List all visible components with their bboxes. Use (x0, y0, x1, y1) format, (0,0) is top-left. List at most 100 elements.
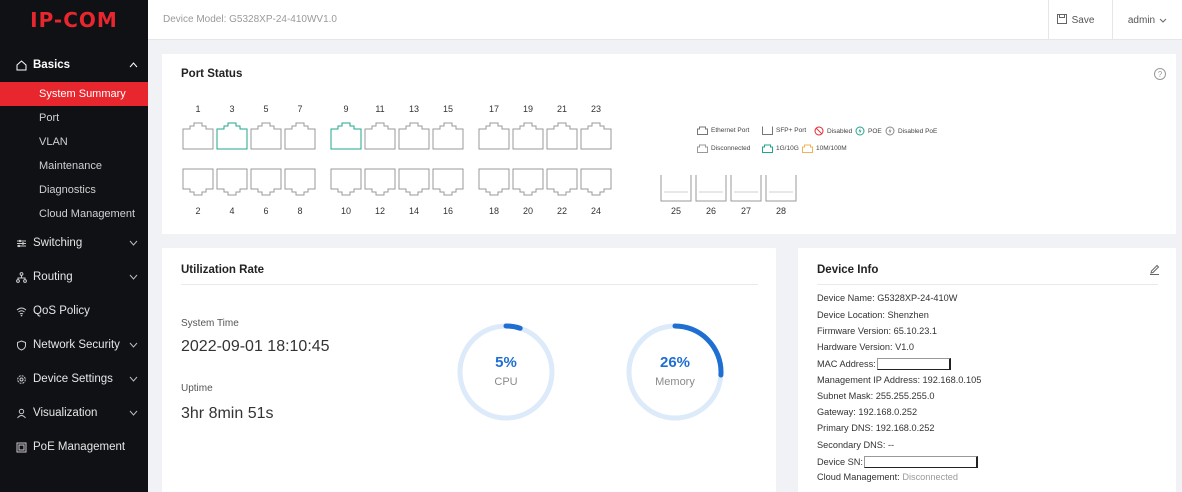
sidebar-item-cloud-management[interactable]: Cloud Management (0, 202, 148, 226)
10m-100m-port-icon (802, 144, 813, 153)
chevron-down-icon (129, 408, 138, 418)
ethernet-port-5[interactable] (250, 122, 282, 150)
ethernet-port-16[interactable] (432, 168, 464, 196)
port-number-label: 1 (195, 104, 201, 114)
port-number-label: 25 (670, 206, 681, 216)
port-number-label: 15 (442, 104, 453, 114)
port-number-label: 13 (408, 104, 419, 114)
nav-group-label: PoE Management (33, 441, 126, 453)
nav-group-routing[interactable]: Routing (0, 260, 148, 294)
nav-group-poe-management[interactable]: PoE Management (0, 430, 148, 464)
ethernet-port-19[interactable] (512, 122, 544, 150)
sidebar: IP-COM Basics System Summary Port VLAN M… (0, 0, 148, 492)
sfp-port-28[interactable] (765, 174, 797, 202)
uptime-value: 3hr 8min 51s (181, 405, 274, 422)
primary-dns: Primary DNS: 192.168.0.252 (817, 423, 935, 433)
ethernet-port-8[interactable] (284, 168, 316, 196)
port-number-label: 8 (297, 206, 303, 216)
port-number-label: 22 (556, 206, 567, 216)
port-number-label: 28 (775, 206, 786, 216)
nav-group-visualization[interactable]: Visualization (0, 396, 148, 430)
ethernet-port-11[interactable] (364, 122, 396, 150)
legend-ethernet: Ethernet Port (697, 126, 749, 135)
device-sn-row: Device SN: (817, 456, 978, 468)
chevron-down-icon (129, 238, 138, 248)
ethernet-port-2[interactable] (182, 168, 214, 196)
user-menu[interactable]: admin (1112, 0, 1182, 40)
ethernet-port-21[interactable] (546, 122, 578, 150)
sidebar-item-diagnostics[interactable]: Diagnostics (0, 178, 148, 202)
ethernet-port-7[interactable] (284, 122, 316, 150)
legend-disabled: Disabled (814, 126, 852, 136)
ip-com-logo[interactable]: IP-COM (0, 0, 148, 40)
ethernet-port-14[interactable] (398, 168, 430, 196)
nav-group-qos-policy[interactable]: QoS Policy (0, 294, 148, 328)
ethernet-port-15[interactable] (432, 122, 464, 150)
ethernet-port-10[interactable] (330, 168, 362, 196)
ethernet-port-17[interactable] (478, 122, 510, 150)
port-status-card: Port Status ? 1 3 5 7 9 11 13 15 17 19 21 23 2 4 6 8 10 1… (162, 54, 1176, 234)
ethernet-port-1[interactable] (182, 122, 214, 150)
device-sn-label: Device SN: (817, 457, 863, 467)
ethernet-port-3[interactable] (216, 122, 248, 150)
ethernet-port-12[interactable] (364, 168, 396, 196)
help-icon[interactable]: ? (1154, 68, 1166, 80)
sidebar-item-vlan[interactable]: VLAN (0, 130, 148, 154)
port-number-label: 7 (297, 104, 303, 114)
port-number-label: 5 (263, 104, 269, 114)
nav-group-label: QoS Policy (33, 305, 90, 317)
sidebar-item-system-summary[interactable]: System Summary (0, 82, 148, 106)
ethernet-port-24[interactable] (580, 168, 612, 196)
save-icon (1056, 13, 1067, 27)
ethernet-port-9[interactable] (330, 122, 362, 150)
logo-text: IP-COM (30, 8, 118, 32)
ethernet-port-4[interactable] (216, 168, 248, 196)
nav-group-label: Switching (33, 237, 83, 249)
nav-group-basics[interactable]: Basics (0, 48, 148, 82)
sfp-port-25[interactable] (660, 174, 692, 202)
uptime-label: Uptime (181, 383, 213, 394)
sidebar-item-maintenance[interactable]: Maintenance (0, 154, 148, 178)
divider (817, 284, 1158, 285)
port-status-title: Port Status (181, 68, 243, 80)
utilization-card: Utilization Rate System Time 2022-09-01 … (162, 248, 776, 492)
port-number-label: 10 (340, 206, 351, 216)
port-number-label: 27 (740, 206, 751, 216)
port-number-label: 20 (522, 206, 533, 216)
ethernet-port-13[interactable] (398, 122, 430, 150)
nav-group-network-security[interactable]: Network Security (0, 328, 148, 362)
sfp-port-icon (762, 126, 773, 135)
nav-group-switching[interactable]: Switching (0, 226, 148, 260)
ethernet-port-23[interactable] (580, 122, 612, 150)
sfp-port-26[interactable] (695, 174, 727, 202)
port-number-label: 3 (229, 104, 235, 114)
nav-group-label: Network Security (33, 339, 120, 351)
qos-icon (15, 305, 27, 317)
top-header: Device Model: G5328XP-24-410WV1.0 Save a… (148, 0, 1182, 40)
legend-disabled-poe: Disabled PoE (885, 126, 937, 136)
ethernet-port-6[interactable] (250, 168, 282, 196)
legend-1g-10g: 1G/10G (762, 144, 799, 153)
nav-group-device-settings[interactable]: Device Settings (0, 362, 148, 396)
nav-group-label: Visualization (33, 407, 98, 419)
ethernet-port-20[interactable] (512, 168, 544, 196)
ethernet-port-icon (697, 126, 708, 135)
routing-icon (15, 271, 27, 283)
management-ip: Management IP Address: 192.168.0.105 (817, 375, 982, 385)
port-number-label: 6 (263, 206, 269, 216)
memory-gauge: 26% Memory (623, 320, 727, 424)
sfp-port-27[interactable] (730, 174, 762, 202)
ethernet-port-18[interactable] (478, 168, 510, 196)
chevron-down-icon (129, 374, 138, 384)
save-button[interactable]: Save (1048, 0, 1102, 40)
sidebar-item-port[interactable]: Port (0, 106, 148, 130)
mac-address-row: MAC Address: (817, 358, 951, 370)
edit-icon[interactable] (1149, 264, 1160, 278)
nav-group-label: Device Settings (33, 373, 113, 385)
gear-icon (15, 373, 27, 385)
visualization-icon (15, 407, 27, 419)
port-number-label: 19 (522, 104, 533, 114)
ethernet-port-22[interactable] (546, 168, 578, 196)
subnet-mask: Subnet Mask: 255.255.255.0 (817, 391, 935, 401)
poe-icon (15, 441, 27, 453)
